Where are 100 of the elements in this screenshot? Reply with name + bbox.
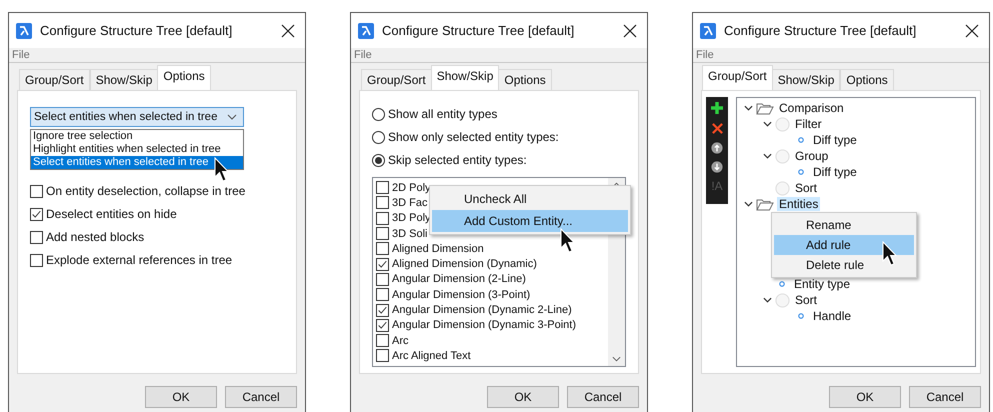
- window-title: Configure Structure Tree [default]: [724, 23, 918, 38]
- circle-icon: [775, 116, 790, 132]
- tree-item[interactable]: Sort: [793, 293, 820, 307]
- entity-type-label: 3D Poly: [392, 212, 431, 224]
- pointer-cursor-icon: [560, 228, 576, 254]
- tab[interactable]: Show/Skip: [772, 69, 840, 90]
- radio-button[interactable]: [372, 154, 385, 166]
- circle-icon: [775, 180, 790, 196]
- entity-type-label: Aligned Dimension (Dynamic): [392, 258, 537, 270]
- move-up-icon[interactable]: [711, 142, 723, 154]
- menu-item[interactable]: File: [696, 49, 714, 61]
- circle-icon: [775, 292, 790, 308]
- tab[interactable]: Options: [498, 69, 552, 90]
- tree-item[interactable]: Handle: [811, 309, 854, 323]
- cancel-button[interactable]: Cancel: [567, 386, 639, 408]
- dropdown-field[interactable]: Select entities when selected in tree: [30, 107, 244, 127]
- entity-type-label: Aligned Dimension: [392, 242, 484, 255]
- dot-icon: [798, 137, 804, 143]
- radio-button[interactable]: [372, 130, 385, 144]
- chevron-down-icon[interactable]: [744, 105, 752, 111]
- app-logo-icon: [700, 22, 716, 38]
- move-down-icon[interactable]: [711, 161, 723, 173]
- add-icon[interactable]: [710, 101, 724, 115]
- menu-item[interactable]: File: [354, 49, 372, 61]
- radio-label: Skip selected entity types:: [388, 153, 527, 167]
- tree-item[interactable]: Filter: [793, 117, 824, 131]
- entity-type-label: Arc Aligned Text: [392, 350, 471, 362]
- close-icon[interactable]: [623, 24, 637, 38]
- menu-item[interactable]: File: [12, 49, 30, 61]
- checkbox[interactable]: [30, 254, 43, 266]
- checkbox[interactable]: [376, 288, 389, 302]
- cancel-button[interactable]: Cancel: [225, 386, 297, 408]
- dropdown-option[interactable]: Highlight entities when selected in tree: [31, 143, 243, 156]
- entity-type-label: Angular Dimension (2-Line): [392, 273, 526, 286]
- entity-type-label: Angular Dimension (Dynamic 3-Point): [392, 319, 576, 332]
- radio-button[interactable]: [372, 108, 385, 120]
- dot-icon: [798, 313, 804, 319]
- checkbox[interactable]: [376, 318, 389, 332]
- checkbox[interactable]: [376, 258, 389, 271]
- dropdown-option[interactable]: Select entities when selected in tree: [31, 156, 243, 169]
- tab[interactable]: Group/Sort: [702, 65, 773, 90]
- app-logo-icon: [358, 22, 374, 38]
- entity-type-label: Angular Dimension (3-Point): [392, 288, 530, 301]
- chevron-down-icon[interactable]: [762, 121, 772, 127]
- checkbox[interactable]: [30, 184, 43, 198]
- tab[interactable]: Group/Sort: [19, 69, 90, 90]
- tab[interactable]: Options: [157, 65, 211, 90]
- delete-icon[interactable]: [710, 122, 724, 135]
- tab[interactable]: Options: [840, 69, 894, 90]
- entity-type-label: Arc: [392, 334, 408, 347]
- radio-label: Show only selected entity types:: [388, 130, 559, 144]
- close-icon[interactable]: [965, 24, 979, 38]
- context-menu-item[interactable]: Rename: [774, 215, 914, 235]
- scroll-down-icon[interactable]: [612, 356, 621, 362]
- entity-type-label: Angular Dimension (Dynamic 2-Line): [392, 304, 572, 316]
- tree-item[interactable]: Group: [793, 149, 830, 163]
- dot-icon: [779, 281, 785, 287]
- tree-item[interactable]: Comparison: [777, 101, 846, 115]
- tree-item[interactable]: Entity type: [792, 277, 852, 291]
- caret-icon: [227, 114, 237, 120]
- tab[interactable]: Group/Sort: [361, 69, 432, 90]
- ok-button[interactable]: OK: [487, 386, 559, 408]
- close-icon[interactable]: [281, 24, 295, 38]
- ok-button[interactable]: OK: [829, 386, 901, 408]
- checkbox[interactable]: [376, 334, 389, 348]
- chevron-down-icon[interactable]: [744, 201, 752, 207]
- tree-item[interactable]: Sort: [793, 181, 820, 195]
- context-menu-item[interactable]: Add Custom Entity...: [432, 210, 628, 232]
- checkbox[interactable]: [30, 230, 43, 244]
- checkbox-label: Explode external references in tree: [46, 253, 232, 267]
- checkbox[interactable]: [376, 181, 389, 194]
- folder-icon: [756, 198, 774, 210]
- chevron-down-icon[interactable]: [762, 153, 772, 159]
- checkbox[interactable]: [376, 212, 389, 225]
- chevron-down-icon[interactable]: [762, 297, 772, 303]
- cancel-button[interactable]: Cancel: [909, 386, 981, 408]
- dropdown-option[interactable]: Ignore tree selection: [31, 130, 243, 143]
- context-menu-item[interactable]: Delete rule: [774, 255, 914, 275]
- tree-item[interactable]: Diff type: [811, 165, 859, 179]
- app-logo-icon: [16, 22, 32, 38]
- tab[interactable]: Show/Skip: [430, 65, 500, 90]
- checkbox[interactable]: [376, 196, 389, 210]
- checkbox[interactable]: [376, 349, 389, 362]
- radio-label: Show all entity types: [388, 107, 498, 121]
- entity-type-label: 3D Soli: [392, 228, 428, 240]
- checkbox[interactable]: [376, 242, 389, 256]
- checkbox-label: On entity deselection, collapse in tree: [46, 184, 246, 198]
- checkbox[interactable]: [30, 208, 43, 220]
- tree-item[interactable]: Diff type: [811, 133, 859, 147]
- tab[interactable]: Show/Skip: [90, 69, 158, 90]
- pointer-cursor-icon: [882, 241, 898, 267]
- window-title: Configure Structure Tree [default]: [40, 23, 234, 38]
- checkbox[interactable]: [376, 227, 389, 240]
- checkbox[interactable]: [376, 272, 389, 286]
- tree-item[interactable]: Entities: [777, 197, 820, 211]
- circle-icon: [775, 148, 790, 164]
- context-menu-item[interactable]: Uncheck All: [432, 188, 628, 210]
- ok-button[interactable]: OK: [145, 386, 217, 408]
- checkbox[interactable]: [376, 304, 389, 317]
- context-menu-item[interactable]: Add rule: [774, 235, 914, 255]
